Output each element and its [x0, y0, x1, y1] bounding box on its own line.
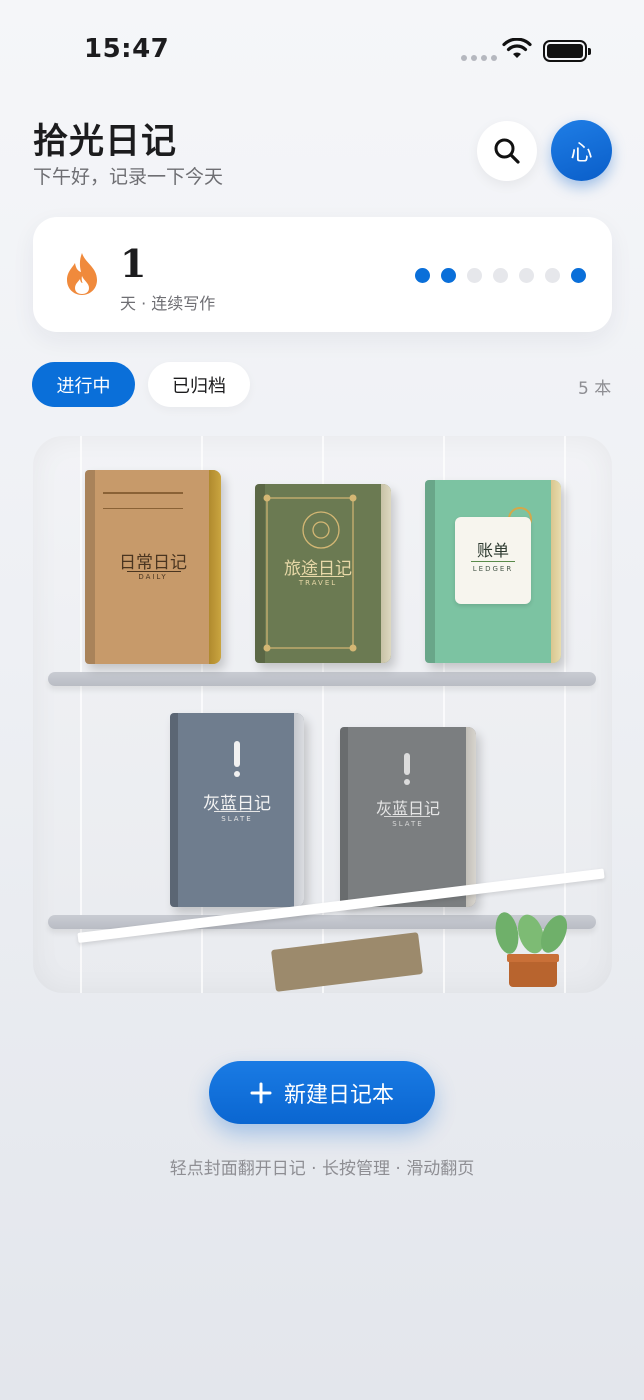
- notebook-slate-gray[interactable]: 灰蓝日记 SLATE: [340, 727, 476, 907]
- shelf-plank: [564, 436, 566, 993]
- notebook-daily[interactable]: 日常日记 DAILY: [85, 470, 221, 664]
- streak-day-dot: [519, 268, 534, 283]
- signal-icon: [461, 55, 497, 61]
- streak-day-dot: [545, 268, 560, 283]
- streak-label: 天 · 连续写作: [120, 294, 216, 313]
- streak-day-dot: [415, 268, 430, 283]
- streak-count: 1: [120, 241, 147, 286]
- status-bar: 15:47: [0, 0, 644, 100]
- notebook-subtitle: SLATE: [392, 820, 424, 828]
- avatar-button[interactable]: 心: [551, 120, 612, 181]
- notebook-count: 5 本: [578, 379, 612, 399]
- bookmark-icon: [404, 753, 410, 775]
- streak-day-dot: [467, 268, 482, 283]
- notebook-slate[interactable]: 灰蓝日记 SLATE: [170, 713, 304, 907]
- notebook-subtitle: SLATE: [221, 815, 253, 823]
- new-notebook-label: 新建日记本: [283, 1082, 394, 1108]
- tab-archived[interactable]: 已归档: [148, 362, 250, 407]
- avatar-text: 心: [570, 140, 593, 166]
- ledger-label: 账单 LEDGER: [455, 517, 531, 604]
- notebook-subtitle: TRAVEL: [298, 579, 338, 587]
- notebook-title: 账单: [476, 541, 509, 560]
- streak-day-dot: [493, 268, 508, 283]
- status-time: 15:47: [84, 34, 170, 64]
- streak-dots: [415, 268, 586, 283]
- battery-icon: [543, 40, 591, 62]
- page-title: 拾光日记: [33, 122, 178, 162]
- flame-icon: [67, 253, 97, 295]
- streak-card: 1 天 · 连续写作: [33, 217, 612, 332]
- notebook-subtitle: DAILY: [138, 573, 168, 581]
- notebook-ledger[interactable]: 账单 LEDGER: [425, 480, 561, 663]
- notebook-travel[interactable]: 旅途日记 TRAVEL: [255, 484, 391, 663]
- shelf-board-top: [48, 672, 596, 686]
- wifi-icon: [502, 38, 532, 58]
- page-subtitle: 下午好，记录一下今天: [33, 166, 224, 188]
- notebook-title: 日常日记: [119, 553, 187, 573]
- new-notebook-button[interactable]: 新建日记本: [209, 1061, 435, 1124]
- usage-hint: 轻点封面翻开日记 · 长按管理 · 滑动翻页: [169, 1159, 475, 1179]
- search-button[interactable]: [477, 121, 537, 181]
- bookmark-icon: [234, 741, 240, 767]
- shelf-plank: [80, 436, 82, 993]
- bookshelf: 日常日记 DAILY 旅途日记 TRAVEL 账单 LEDGER 灰蓝日记 SL…: [33, 436, 612, 993]
- notebook-subtitle: LEDGER: [472, 565, 514, 573]
- streak-day-dot: [441, 268, 456, 283]
- plus-icon: [250, 1082, 272, 1103]
- tab-in-progress[interactable]: 进行中: [32, 362, 135, 407]
- fallen-block: [270, 932, 424, 992]
- search-icon: [494, 138, 520, 164]
- streak-day-dot: [571, 268, 586, 283]
